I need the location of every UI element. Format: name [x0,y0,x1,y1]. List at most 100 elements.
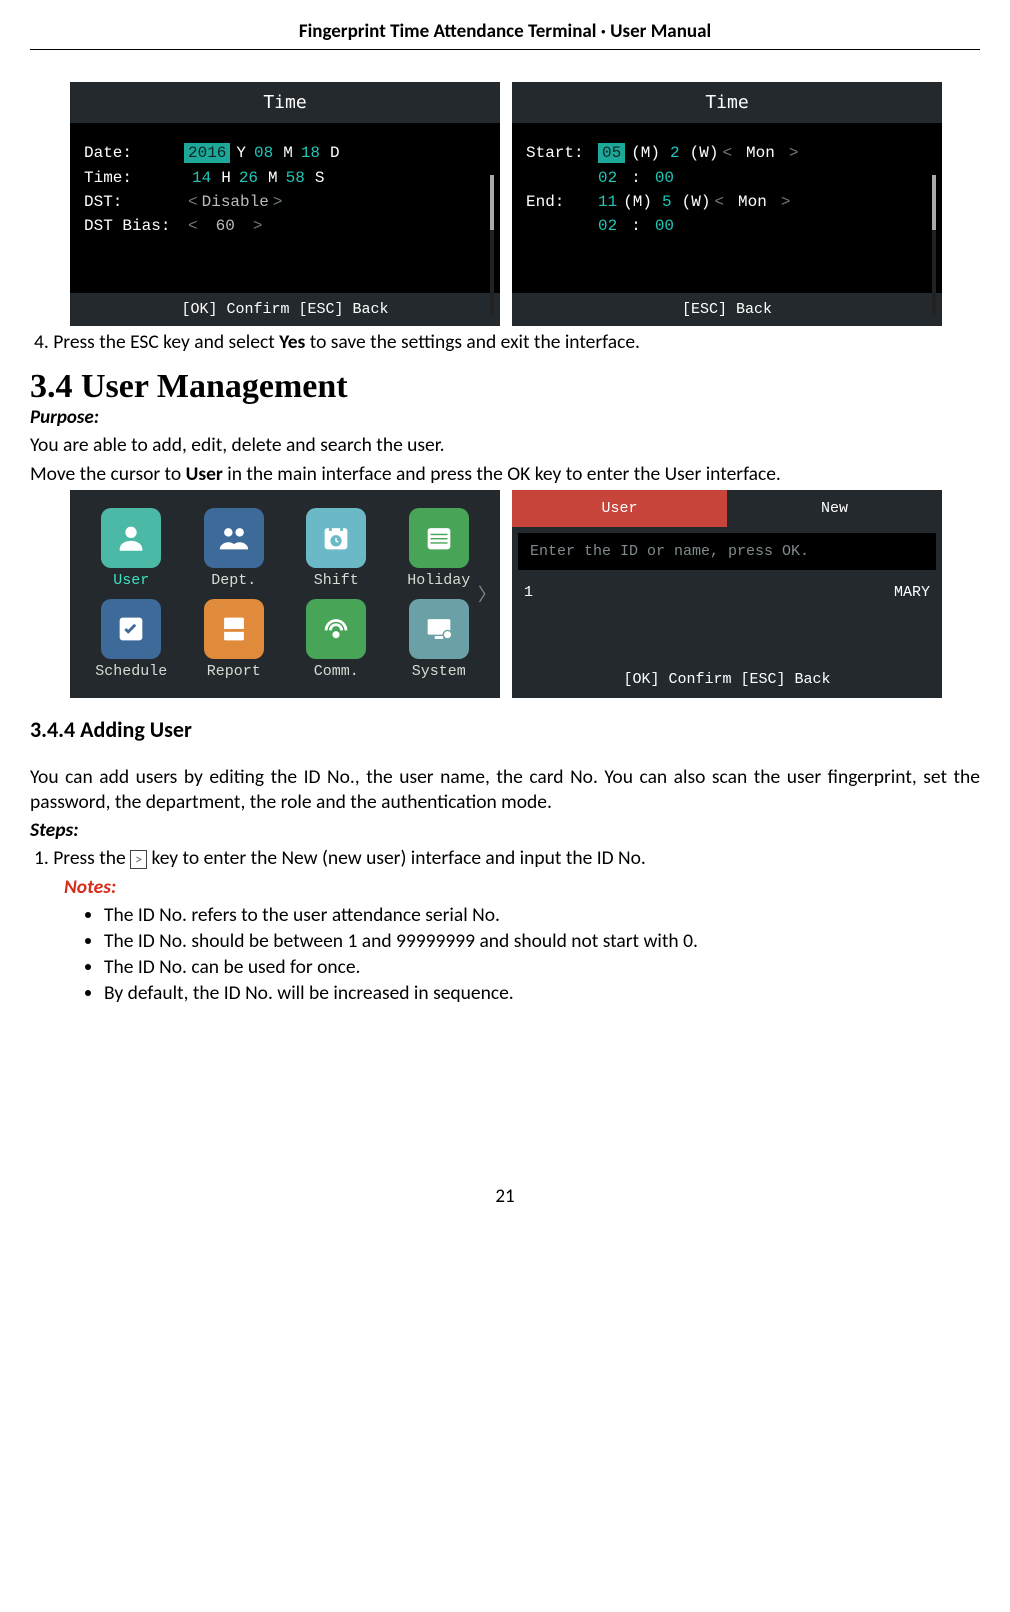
screen1-title: Time [70,82,500,123]
doc-header: Fingerprint Time Attendance Terminal · U… [30,20,980,50]
s1-h-suf: H [221,169,231,187]
s1-second[interactable]: 58 [286,169,305,187]
s2-start-m[interactable]: 05 [598,143,625,163]
s2-m-tag: (M) [631,144,660,162]
user-footer: [OK] Confirm [ESC] Back [512,661,942,698]
s2-end-w[interactable]: 5 [662,193,672,211]
menu-label: Comm. [314,663,359,680]
chevron-right-icon[interactable]: > [777,193,795,211]
s1-bias-label: DST Bias: [84,217,184,235]
s2-end-day[interactable]: Mon [738,193,767,211]
s2-end-m[interactable]: 11 [598,193,617,211]
purpose-text: You are able to add, edit, delete and se… [30,433,980,457]
s2-end-label: End: [526,193,598,211]
menu-label: Dept. [211,572,256,589]
s1-dst-val[interactable]: Disable [202,193,269,211]
menu-label: Schedule [95,663,167,680]
steps-label: Steps: [30,818,980,842]
s1-year[interactable]: 2016 [184,143,230,163]
user-icon [101,508,161,568]
menu-label: Report [207,663,261,680]
shift-icon [306,508,366,568]
comm-icon [306,599,366,659]
s1-bias-val[interactable]: 60 [216,217,235,235]
s2-w-tag: (W) [690,144,719,162]
dept-icon [204,508,264,568]
user-screens-row: User Dept. Shift Holiday Schedule Report… [70,490,980,698]
step-4: 4. Press the ESC key and select Yes to s… [34,330,980,354]
s1-m-suf: M [283,144,293,162]
chevron-right-icon[interactable]: 〉 [478,581,496,607]
notes-label: Notes: [64,875,980,899]
s1-y-suf: Y [236,144,246,162]
time-screens-row: Time Date: 2016 Y 08 M 18 D Time: 14 [70,82,980,326]
schedule-icon [101,599,161,659]
s1-footer: [OK] Confirm [ESC] Back [70,293,500,326]
s2-end-hh[interactable]: 02 [598,217,617,235]
s1-d-suf: D [330,144,340,162]
note-item: The ID No. can be used for once. [104,955,980,979]
s1-minute[interactable]: 26 [239,169,258,187]
menu-label: User [113,572,149,589]
chevron-right-icon[interactable]: > [249,217,267,235]
right-key-icon: > [130,850,147,870]
user-row-name: MARY [894,584,930,601]
menu-item-holiday[interactable]: Holiday [388,508,491,589]
s2-footer: [ESC] Back [512,293,942,326]
menu-label: Holiday [407,572,470,589]
note-item: The ID No. should be between 1 and 99999… [104,929,980,953]
s2-end-mm[interactable]: 00 [655,217,674,235]
scrollbar[interactable] [490,175,494,315]
s1-date-label: Date: [84,144,184,162]
s1-mi-suf: M [268,169,278,187]
note-item: By default, the ID No. will be increased… [104,981,980,1005]
s2-start-mm[interactable]: 00 [655,169,674,187]
menu-item-shift[interactable]: Shift [285,508,388,589]
menu-item-comm[interactable]: Comm. [285,599,388,680]
system-icon [409,599,469,659]
holiday-icon [409,508,469,568]
menu-item-user[interactable]: User [80,508,183,589]
s1-day[interactable]: 18 [301,144,320,162]
menu-item-system[interactable]: System [388,599,491,680]
s1-time-label: Time: [84,169,184,187]
s1-month[interactable]: 08 [254,144,273,162]
menu-item-report[interactable]: Report [183,599,286,680]
section-heading-3-4-4: 3.4.4 Adding User [30,716,980,743]
chevron-right-icon[interactable]: > [785,144,803,162]
menu-label: System [412,663,466,680]
user-hint: Enter the ID or name, press OK. [518,533,936,570]
chevron-right-icon[interactable]: > [269,193,287,211]
time-screen-2: Time Start: 05 (M) 2 (W) < Mon > 02 [512,82,942,326]
step-1: 1. Press the > key to enter the New (new… [34,846,980,870]
s2-w-tag: (W) [682,193,711,211]
screen2-title: Time [512,82,942,123]
tab-user[interactable]: User [512,490,727,527]
time-screen-1: Time Date: 2016 Y 08 M 18 D Time: 14 [70,82,500,326]
chevron-left-icon[interactable]: < [184,193,202,211]
chevron-left-icon[interactable]: < [710,193,728,211]
menu-item-schedule[interactable]: Schedule [80,599,183,680]
note-item: The ID No. refers to the user attendance… [104,903,980,927]
chevron-left-icon[interactable]: < [718,144,736,162]
s1-hour[interactable]: 14 [192,169,211,187]
menu-item-dept[interactable]: Dept. [183,508,286,589]
s1-dst-label: DST: [84,193,184,211]
purpose-label: Purpose: [30,406,980,429]
user-row[interactable]: 1 MARY [512,576,942,609]
user-row-id: 1 [524,584,533,601]
s2-start-hh[interactable]: 02 [598,169,617,187]
cursor-instruction: Move the cursor to User in the main inte… [30,462,980,486]
report-icon [204,599,264,659]
s1-s-suf: S [315,169,325,187]
scrollbar[interactable] [932,175,936,315]
user-list-screen: User New Enter the ID or name, press OK.… [512,490,942,698]
colon: : [631,217,641,235]
s2-start-w[interactable]: 2 [670,144,680,162]
s2-start-day[interactable]: Mon [746,144,775,162]
menu-label: Shift [314,572,359,589]
chevron-left-icon[interactable]: < [184,217,202,235]
notes-list: The ID No. refers to the user attendance… [78,903,980,1005]
tab-new[interactable]: New [727,490,942,527]
page-number: 21 [30,1185,980,1208]
